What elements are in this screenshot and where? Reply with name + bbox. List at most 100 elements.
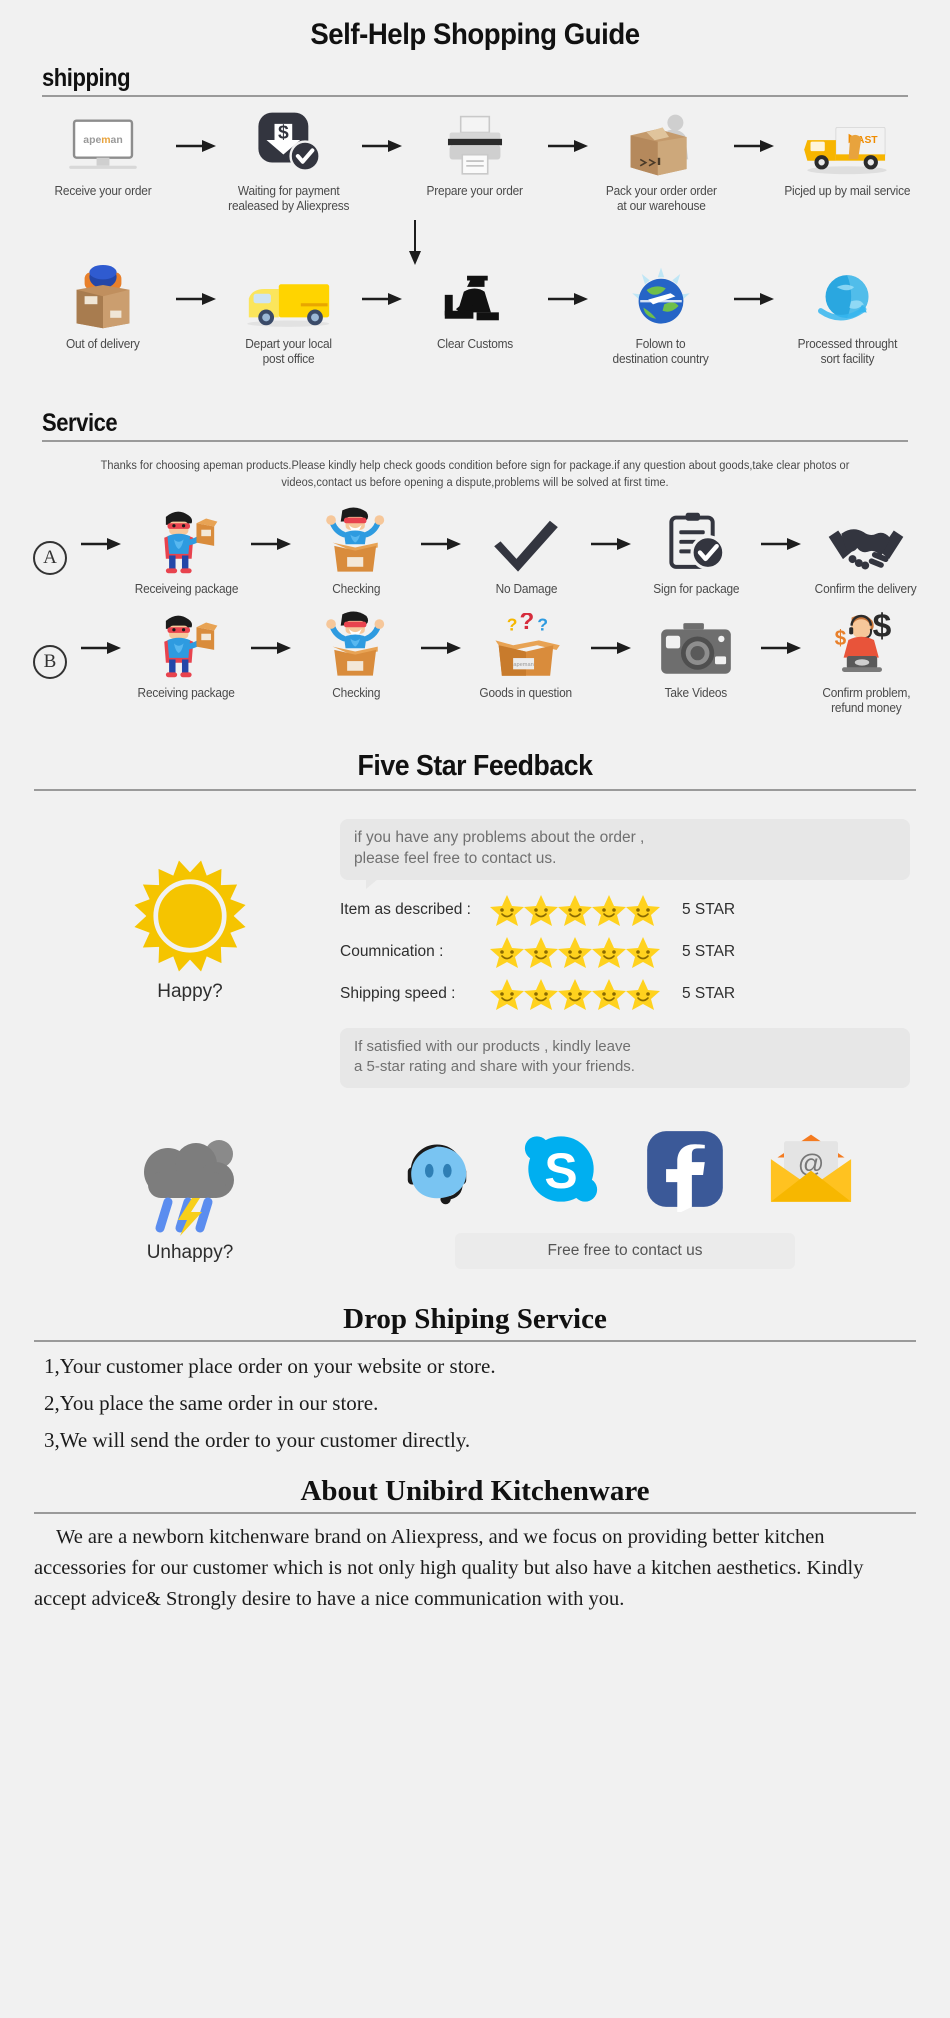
- star-icon: [626, 937, 660, 969]
- courier-box-icon: [67, 265, 139, 330]
- rating-row: Item as described : 5 STAR: [340, 894, 910, 927]
- flow-node: $ Waiting for payment realeased by Aliexp…: [218, 112, 360, 214]
- star-icon: [524, 937, 558, 969]
- star-icon: [592, 979, 626, 1011]
- star-icon: [592, 937, 626, 969]
- yellow-van-icon: [242, 268, 336, 330]
- flow-node-caption: Picjed up by mail service: [784, 184, 910, 198]
- flow-arrow: [546, 115, 590, 177]
- star-icon: [558, 979, 592, 1011]
- arrow-right-icon: [251, 642, 291, 655]
- dropship-section: Drop Shiping Service 1,Your customer pla…: [0, 1303, 950, 1453]
- rating-row: Shipping speed : 5 STAR: [340, 978, 910, 1011]
- customs-officer-icon: [440, 268, 510, 330]
- flow-node-caption: Receiving package: [137, 686, 235, 701]
- star-icon: [490, 895, 524, 927]
- hero-with-box-icon: [153, 615, 219, 679]
- feedback-heading-rule: [34, 789, 916, 792]
- flow-arrow: [589, 513, 633, 575]
- flow-arrow: [79, 513, 123, 575]
- star-icon: [490, 937, 524, 969]
- flow-node-caption: Pack your order order at our warehouse: [605, 184, 717, 213]
- hero-in-box-icon: [323, 611, 389, 679]
- flow-arrow: [546, 268, 590, 330]
- dropship-heading-rule: [34, 1339, 916, 1342]
- flow-node: Take Videos: [633, 617, 759, 701]
- contact-bubble-top: if you have any problems about the order…: [340, 819, 910, 890]
- flow-node-caption: Goods in question: [479, 686, 573, 701]
- flow-node-caption: Checking: [331, 686, 380, 701]
- arrow-right-icon: [176, 293, 216, 305]
- dropship-line: 2,You place the same order in our store.: [44, 1390, 379, 1415]
- star-icon: [558, 895, 592, 927]
- trademanager-headset-icon[interactable]: [394, 1126, 480, 1217]
- contact-bubble-bottom: If satisfied with our products , kindly …: [340, 1028, 910, 1088]
- flow-node: Clear Customs: [404, 268, 546, 352]
- service-row-b-marker: B: [21, 617, 79, 680]
- star-icon: [524, 979, 558, 1011]
- email-envelope-icon[interactable]: @: [766, 1129, 856, 1214]
- checkmark-icon: [491, 513, 561, 575]
- arrow-right-icon: [591, 538, 631, 551]
- hero-in-box-icon: [323, 507, 389, 575]
- star-icon: [592, 895, 626, 927]
- dropship-line: 3,We will send the order to your custome…: [44, 1427, 471, 1452]
- flow-arrow: [79, 617, 123, 679]
- flow-arrow: [759, 513, 803, 575]
- globe-plane-icon: [629, 267, 693, 330]
- flow-arrow: [732, 268, 776, 330]
- flow-node: Checking: [293, 611, 419, 701]
- ratings-block: if you have any problems about the order…: [340, 819, 910, 1088]
- flow-node-caption: Waiting for payment realeased by Aliexpre…: [228, 184, 350, 213]
- feedback-top-block: Happy? if you have any problems about th…: [0, 819, 950, 1088]
- dropship-heading: Drop Shiping Service: [343, 1302, 607, 1335]
- arrow-right-icon: [362, 293, 402, 305]
- flow-arrow: [759, 617, 803, 679]
- dropship-line: 1,Your customer place order on your webs…: [44, 1353, 496, 1378]
- flow-node: Out of delivery: [32, 265, 174, 352]
- arrow-right-icon: [251, 538, 291, 551]
- rating-value: 5 STAR: [682, 943, 736, 961]
- svg-text:apeman: apeman: [83, 135, 122, 146]
- flow-node: Prepare your order: [404, 115, 546, 199]
- flow-node: No Damage: [463, 513, 589, 597]
- arrow-right-icon: [421, 642, 461, 655]
- flow-node: Confirm the delivery: [803, 513, 929, 597]
- star-icon: [626, 895, 660, 927]
- svg-text:$: $: [835, 627, 847, 650]
- skype-icon[interactable]: S: [518, 1126, 604, 1217]
- circle-letter-b: B: [33, 645, 67, 680]
- shipping-flow-row-2: Out of delivery Depart your local post of…: [0, 265, 950, 367]
- arrow-right-icon: [176, 140, 216, 152]
- shipping-heading-label: shipping: [42, 64, 131, 92]
- facebook-icon[interactable]: [642, 1126, 728, 1217]
- flow-arrow: [419, 513, 463, 575]
- flow-arrow: [249, 617, 293, 679]
- svg-text:apeman: apeman: [513, 662, 533, 668]
- flow-node-caption: Prepare your order: [426, 184, 524, 198]
- flow-node: Folown to destination country: [590, 267, 732, 367]
- arrow-right-icon: [421, 538, 461, 551]
- contact-bar[interactable]: Free free to contact us: [455, 1232, 795, 1269]
- circle-letter-a: A: [33, 541, 67, 576]
- about-body: We are a newborn kitchenware brand on Al…: [34, 1525, 864, 1610]
- packing-box-icon: [622, 114, 700, 177]
- flow-arrow: [174, 268, 218, 330]
- about-section: About Unibird Kitchenware We are a newbo…: [0, 1475, 950, 1615]
- contact-channels: S @ Free free to contact us: [340, 1126, 910, 1269]
- payment-dollar-icon: $: [255, 112, 323, 177]
- flow-node: FAST Picjed up by mail service: [776, 115, 918, 199]
- service-flow-row-a: A Receiveing package Checking No Damage …: [0, 507, 950, 597]
- flow-arrow: [174, 115, 218, 177]
- flow-node: $ $ Confirm problem, refund money: [803, 609, 929, 716]
- hero-with-box-icon: [153, 511, 219, 575]
- svg-text:?: ?: [507, 615, 518, 635]
- flow-arrow: [360, 115, 404, 177]
- service-section-heading: Service: [42, 409, 908, 442]
- rating-label: Coumnication :: [340, 943, 444, 961]
- support-agent-dollar-icon: $ $: [826, 609, 906, 679]
- star-icon: [558, 937, 592, 969]
- contact-icon-row: S @: [340, 1126, 910, 1217]
- happy-block: Happy?: [40, 819, 340, 1087]
- shipping-flow-row-1: apeman Receive your order $ Waiting for …: [0, 112, 950, 214]
